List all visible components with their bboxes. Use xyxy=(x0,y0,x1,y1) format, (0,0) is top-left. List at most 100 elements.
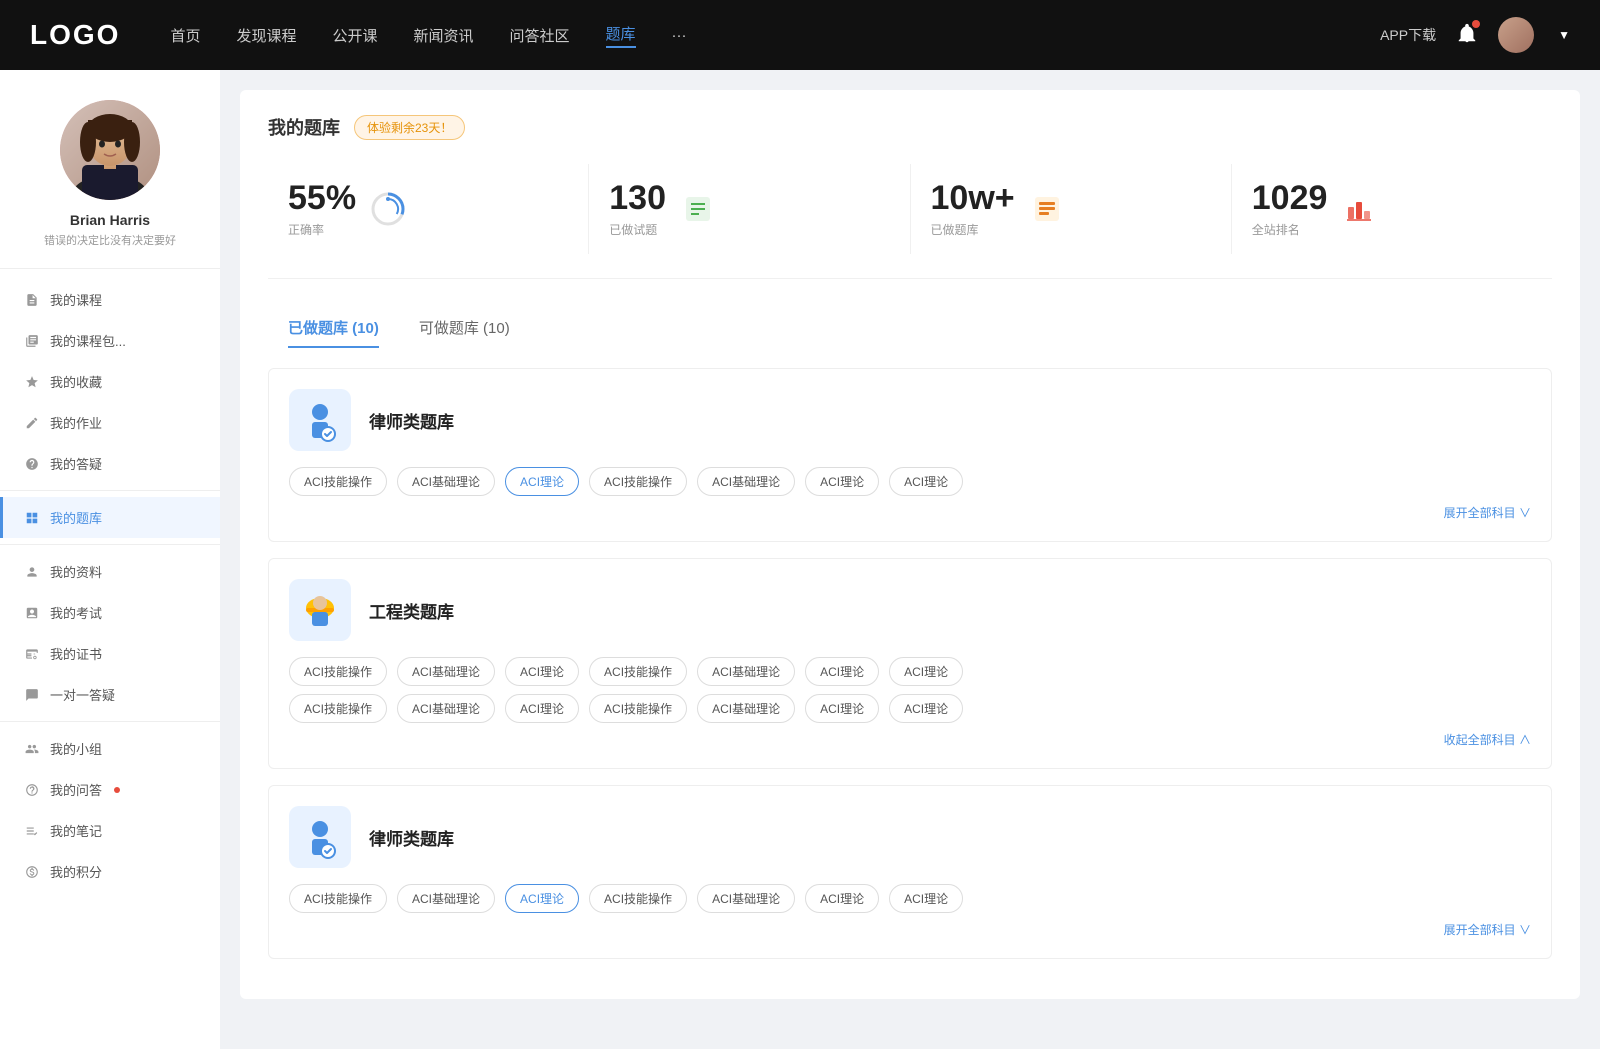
stat-value-banks: 10w+ xyxy=(931,180,1015,217)
qbank-title-1: 律师类题库 xyxy=(369,408,454,433)
stat-label-banks: 已做题库 xyxy=(931,221,1015,238)
tag-2b-6[interactable]: ACI理论 xyxy=(889,694,963,723)
tag-1-1[interactable]: ACI基础理论 xyxy=(397,467,495,496)
nav-news[interactable]: 新闻资讯 xyxy=(414,25,474,46)
tag-3-1[interactable]: ACI基础理论 xyxy=(397,884,495,913)
tags-row-3: ACI技能操作 ACI基础理论 ACI理论 ACI技能操作 ACI基础理论 AC… xyxy=(289,884,1531,913)
stat-text-rank: 1029 全站排名 xyxy=(1252,180,1328,238)
chat-icon xyxy=(24,687,40,703)
nav-home[interactable]: 首页 xyxy=(170,25,200,46)
lawyer-icon-1 xyxy=(289,389,351,451)
nav-opencourse[interactable]: 公开课 xyxy=(332,25,377,46)
page-title: 我的题库 xyxy=(268,114,340,140)
stat-accuracy: 55% 正确率 xyxy=(268,164,589,254)
sidebar-item-points[interactable]: 我的积分 xyxy=(0,851,220,892)
lawyer-svg-icon xyxy=(298,398,342,442)
tag-1-3[interactable]: ACI技能操作 xyxy=(589,467,687,496)
sidebar-item-course-packages[interactable]: 我的课程包... xyxy=(0,320,220,361)
tag-2-0[interactable]: ACI技能操作 xyxy=(289,657,387,686)
tag-3-3[interactable]: ACI技能操作 xyxy=(589,884,687,913)
avatar[interactable] xyxy=(1498,17,1534,53)
collapse-link-2[interactable]: 收起全部科目 ∧ xyxy=(289,731,1531,748)
tag-2-2[interactable]: ACI理论 xyxy=(505,657,579,686)
bell-dot xyxy=(1472,20,1480,28)
sidebar-item-qa[interactable]: 我的答疑 xyxy=(0,443,220,484)
sidebar-item-exam[interactable]: 我的考试 xyxy=(0,592,220,633)
tag-1-4[interactable]: ACI基础理论 xyxy=(697,467,795,496)
stat-label-done: 已做试题 xyxy=(609,221,666,238)
bar-chart-icon xyxy=(1341,191,1377,227)
qbank-section-lawyer-2: 律师类题库 ACI技能操作 ACI基础理论 ACI理论 ACI技能操作 ACI基… xyxy=(268,785,1552,959)
sidebar-item-homework[interactable]: 我的作业 xyxy=(0,402,220,443)
tags-row-2b: ACI技能操作 ACI基础理论 ACI理论 ACI技能操作 ACI基础理论 AC… xyxy=(289,694,1531,723)
tags-row-1: ACI技能操作 ACI基础理论 ACI理论 ACI技能操作 ACI基础理论 AC… xyxy=(289,467,1531,496)
file-icon xyxy=(24,292,40,308)
engineer-icon xyxy=(289,579,351,641)
content-inner: 我的题库 体验剩余23天！ 55% 正确率 xyxy=(240,90,1580,999)
sidebar-item-favorites[interactable]: 我的收藏 xyxy=(0,361,220,402)
sidebar-item-courses[interactable]: 我的课程 xyxy=(0,279,220,320)
stat-text-accuracy: 55% 正确率 xyxy=(288,180,356,238)
sidebar-item-myqa[interactable]: 我的问答 xyxy=(0,769,220,810)
tag-2-1[interactable]: ACI基础理论 xyxy=(397,657,495,686)
nav-more[interactable]: ··· xyxy=(672,27,687,44)
tab-available-banks[interactable]: 可做题库 (10) xyxy=(399,307,530,348)
qbank-header-3: 律师类题库 xyxy=(289,806,1531,868)
bar-icon xyxy=(24,333,40,349)
tag-1-0[interactable]: ACI技能操作 xyxy=(289,467,387,496)
tag-3-5[interactable]: ACI理论 xyxy=(805,884,879,913)
trial-badge: 体验剩余23天！ xyxy=(354,115,465,140)
logo: LOGO xyxy=(30,19,120,51)
cert-icon xyxy=(24,646,40,662)
tag-2-6[interactable]: ACI理论 xyxy=(889,657,963,686)
grid-icon xyxy=(24,510,40,526)
tag-3-4[interactable]: ACI基础理论 xyxy=(697,884,795,913)
tab-done-banks[interactable]: 已做题库 (10) xyxy=(268,307,399,348)
sidebar: Brian Harris 错误的决定比没有决定要好 我的课程 我的课程包... xyxy=(0,70,220,1049)
tag-2b-2[interactable]: ACI理论 xyxy=(505,694,579,723)
sidebar-item-qbank[interactable]: 我的题库 xyxy=(0,497,220,538)
sidebar-profile: Brian Harris 错误的决定比没有决定要好 xyxy=(0,100,220,269)
stat-text-banks: 10w+ 已做题库 xyxy=(931,180,1015,238)
app-download-link[interactable]: APP下载 xyxy=(1380,25,1436,45)
sidebar-item-onetoone[interactable]: 一对一答疑 xyxy=(0,674,220,715)
nav-discover[interactable]: 发现课程 xyxy=(236,25,296,46)
tag-1-2[interactable]: ACI理论 xyxy=(505,467,579,496)
tag-3-2[interactable]: ACI理论 xyxy=(505,884,579,913)
stat-value-done: 130 xyxy=(609,180,666,217)
page-header: 我的题库 体验剩余23天！ xyxy=(268,114,1552,140)
question-icon xyxy=(24,456,40,472)
tag-2b-4[interactable]: ACI基础理论 xyxy=(697,694,795,723)
lawyer-svg-icon-2 xyxy=(298,815,342,859)
doc-icon xyxy=(24,605,40,621)
notification-bell[interactable] xyxy=(1456,22,1478,49)
tag-2b-1[interactable]: ACI基础理论 xyxy=(397,694,495,723)
expand-link-3[interactable]: 展开全部科目 ∨ xyxy=(289,921,1531,938)
lawyer-icon-2 xyxy=(289,806,351,868)
sidebar-item-groups[interactable]: 我的小组 xyxy=(0,728,220,769)
navbar: LOGO 首页 发现课程 公开课 新闻资讯 问答社区 题库 ··· APP下载 … xyxy=(0,0,1600,70)
sidebar-item-profile[interactable]: 我的资料 xyxy=(0,551,220,592)
tag-2-5[interactable]: ACI理论 xyxy=(805,657,879,686)
nav-qa[interactable]: 问答社区 xyxy=(510,25,570,46)
qbank-title-2: 工程类题库 xyxy=(369,598,454,623)
tag-2-4[interactable]: ACI基础理论 xyxy=(697,657,795,686)
tag-3-6[interactable]: ACI理论 xyxy=(889,884,963,913)
tag-2b-3[interactable]: ACI技能操作 xyxy=(589,694,687,723)
tag-1-6[interactable]: ACI理论 xyxy=(889,467,963,496)
tag-2b-5[interactable]: ACI理论 xyxy=(805,694,879,723)
tag-3-0[interactable]: ACI技能操作 xyxy=(289,884,387,913)
note-icon xyxy=(24,823,40,839)
edit-icon xyxy=(24,415,40,431)
nav-qbank[interactable]: 题库 xyxy=(606,23,636,48)
sidebar-item-cert[interactable]: 我的证书 xyxy=(0,633,220,674)
group-icon xyxy=(24,741,40,757)
tag-1-5[interactable]: ACI理论 xyxy=(805,467,879,496)
expand-link-1[interactable]: 展开全部科目 ∨ xyxy=(289,504,1531,521)
tag-2-3[interactable]: ACI技能操作 xyxy=(589,657,687,686)
tag-2b-0[interactable]: ACI技能操作 xyxy=(289,694,387,723)
avatar-chevron-icon[interactable]: ▼ xyxy=(1558,28,1570,42)
stat-done-banks: 10w+ 已做题库 xyxy=(911,164,1232,254)
sidebar-item-notes[interactable]: 我的笔记 xyxy=(0,810,220,851)
tabs: 已做题库 (10) 可做题库 (10) xyxy=(268,307,1552,348)
